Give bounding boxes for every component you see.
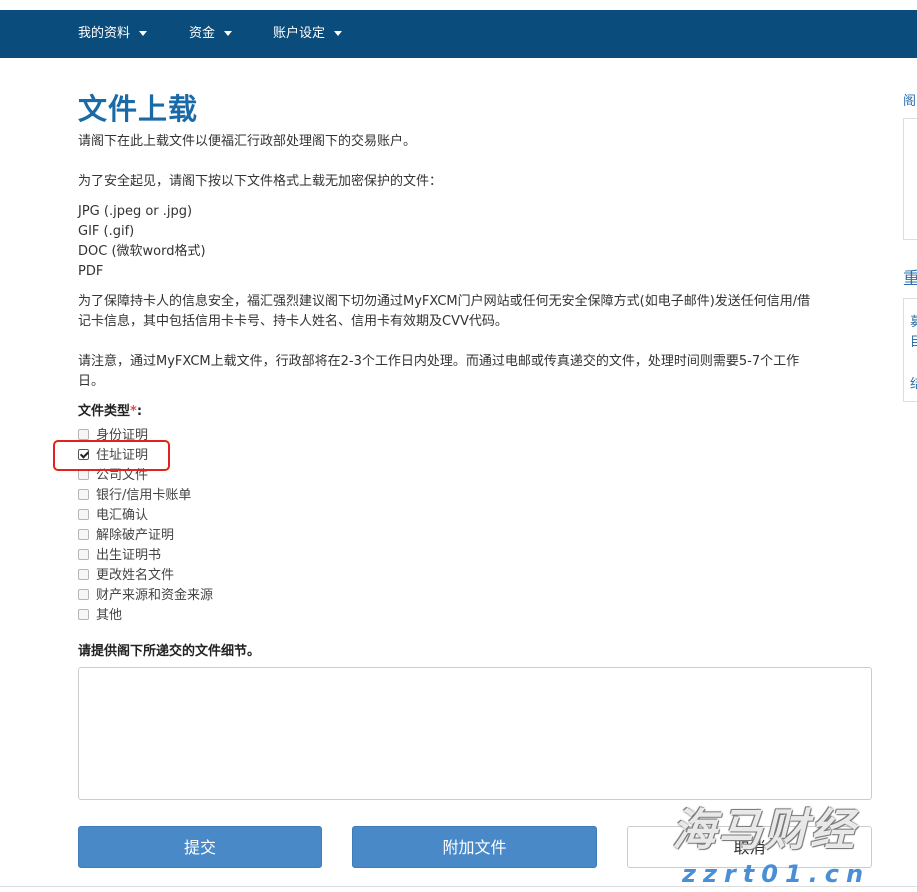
- sidebar-list: 募 目 结: [903, 298, 917, 402]
- details-textarea[interactable]: [78, 667, 872, 800]
- option-label: 更改姓名文件: [96, 568, 175, 583]
- selection-highlight: [53, 440, 170, 471]
- intro-text: 请阁下在此上载文件以便福汇行政部处理阁下的交易账户。: [78, 134, 417, 149]
- submit-button[interactable]: 提交: [78, 826, 322, 868]
- nav-label: 资金: [189, 26, 216, 41]
- cancel-button[interactable]: 取消: [627, 826, 872, 868]
- sidebar-item[interactable]: 募: [910, 311, 917, 330]
- format-item: JPG (.jpeg or .jpg): [78, 204, 193, 219]
- checkbox-wire-confirmation[interactable]: [78, 509, 89, 520]
- processing-note-line-2: 日。: [78, 374, 105, 389]
- option-label: 电汇确认: [96, 508, 149, 523]
- option-label: 其他: [96, 608, 123, 623]
- option-label: 银行/信用卡账单: [96, 488, 192, 503]
- caret-down-icon: [224, 31, 233, 36]
- processing-note-line-1: 请注意，通过MyFXCM上载文件，行政部将在2-3个工作日内处理。而通过电邮或传…: [78, 354, 800, 369]
- option-label: 出生证明书: [96, 548, 162, 563]
- label-suffix: :: [136, 404, 143, 419]
- sidebar-panel: [903, 118, 917, 240]
- top-strip: [0, 0, 917, 10]
- file-type-option-source-of-funds[interactable]: 财产来源和资金来源: [78, 586, 213, 606]
- file-type-option-birth-certificate[interactable]: 出生证明书: [78, 546, 161, 566]
- checkbox-name-change[interactable]: [78, 569, 89, 580]
- file-type-label: 文件类型*:: [78, 402, 142, 422]
- top-navbar: 我的资料 资金 账户设定: [0, 10, 917, 58]
- checkbox-id-proof[interactable]: [78, 429, 89, 440]
- file-type-option-wire-confirmation[interactable]: 电汇确认: [78, 506, 148, 526]
- format-item: DOC (微软word格式): [78, 244, 206, 259]
- security-note-line-1: 为了保障持卡人的信息安全，福汇强烈建议阁下切勿通过MyFXCM门户网站或任何无安…: [78, 294, 811, 309]
- file-type-option-other[interactable]: 其他: [78, 606, 122, 626]
- option-label: 财产来源和资金来源: [96, 588, 214, 603]
- sidebar-item[interactable]: 目: [910, 331, 917, 350]
- nav-menu-my-profile[interactable]: 我的资料: [78, 10, 148, 58]
- checkbox-bank-statement[interactable]: [78, 489, 89, 500]
- file-type-option-name-change[interactable]: 更改姓名文件: [78, 566, 174, 586]
- checkbox-other[interactable]: [78, 609, 89, 620]
- bottom-divider: [0, 886, 917, 887]
- caret-down-icon: [139, 31, 148, 36]
- nav-menu-funds[interactable]: 资金: [189, 10, 233, 58]
- checkbox-source-of-funds[interactable]: [78, 589, 89, 600]
- caret-down-icon: [334, 31, 343, 36]
- file-type-option-bank-statement[interactable]: 银行/信用卡账单: [78, 486, 191, 506]
- file-type-label-text: 文件类型: [78, 404, 131, 419]
- sidebar-item[interactable]: 结: [910, 373, 917, 392]
- nav-label: 账户设定: [273, 26, 326, 41]
- file-type-option-bankruptcy-discharge[interactable]: 解除破产证明: [78, 526, 174, 546]
- option-label: 解除破产证明: [96, 528, 175, 543]
- format-item: GIF (.gif): [78, 224, 135, 239]
- sidebar-top-label: 阁: [903, 94, 917, 109]
- details-label: 请提供阁下所递交的文件细节。: [78, 644, 261, 659]
- page-title: 文件上载: [78, 92, 199, 126]
- security-note-line-2: 记卡信息，其中包括信用卡卡号、持卡人姓名、信用卡有效期及CVV代码。: [78, 314, 508, 329]
- nav-menu-account-settings[interactable]: 账户设定: [273, 10, 343, 58]
- format-item: PDF: [78, 264, 104, 279]
- required-mark: *: [130, 404, 137, 419]
- sidebar-section-label: 重: [903, 269, 917, 289]
- checkbox-birth-certificate[interactable]: [78, 549, 89, 560]
- nav-label: 我的资料: [78, 26, 131, 41]
- attach-file-button[interactable]: 附加文件: [352, 826, 597, 868]
- checkbox-bankruptcy-discharge[interactable]: [78, 529, 89, 540]
- formats-intro-text: 为了安全起见，请阁下按以下文件格式上载无加密保护的文件：: [78, 174, 443, 189]
